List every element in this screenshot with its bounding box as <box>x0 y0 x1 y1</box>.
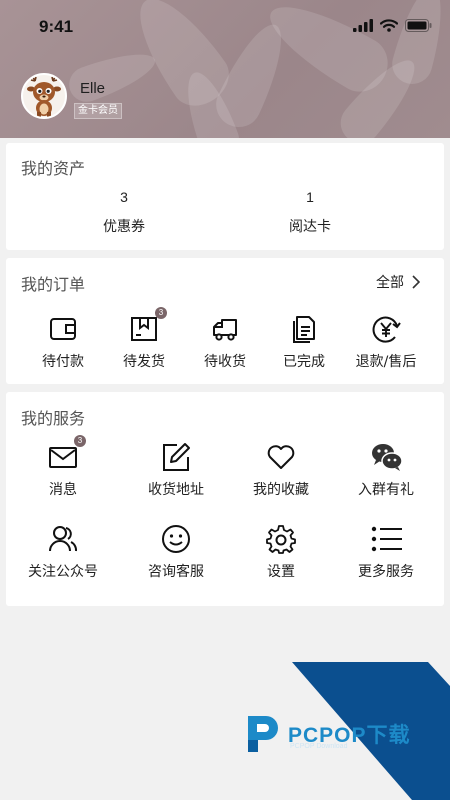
service-address[interactable]: 收货地址 <box>131 442 221 499</box>
order-pending-shipment-label: 待发货 <box>123 354 165 370</box>
mail-icon <box>49 447 77 468</box>
service-favorites[interactable]: 我的收藏 <box>236 442 326 499</box>
pcpop-logo-icon <box>248 716 278 752</box>
wallet-icon <box>50 318 76 340</box>
service-customer-support[interactable]: 咨询客服 <box>131 524 221 581</box>
gear-icon <box>266 525 296 554</box>
status-bar: 9:41 <box>0 0 450 56</box>
chevron-right-icon <box>412 275 420 289</box>
service-messages[interactable]: 3 消息 <box>18 435 108 499</box>
order-completed-label: 已完成 <box>283 354 325 370</box>
orders-card: 我的订单 全部 待付款 3 待发货 待收货 已完成 退款/售后 <box>6 258 444 384</box>
order-refund-label: 退款/售后 <box>355 354 417 370</box>
package-icon <box>131 317 157 341</box>
avatar[interactable] <box>21 73 67 119</box>
signal-icon <box>353 19 373 32</box>
services-card: 我的服务 3 消息 收货地址 我的收藏 入群有礼 关注公众号 咨询客服 设置 更… <box>6 392 444 606</box>
service-favorites-label: 我的收藏 <box>253 482 309 498</box>
service-join-group[interactable]: 入群有礼 <box>341 442 431 499</box>
wifi-icon <box>380 19 398 32</box>
orders-all-label: 全部 <box>376 275 404 291</box>
service-address-label: 收货地址 <box>148 482 204 498</box>
status-time: 9:41 <box>39 17 74 36</box>
document-icon <box>293 316 315 343</box>
assets-title: 我的资产 <box>21 159 86 178</box>
service-follow-account[interactable]: 关注公众号 <box>18 524 108 581</box>
order-pending-payment[interactable]: 待付款 <box>18 314 108 371</box>
edit-icon <box>163 443 190 471</box>
coupon-label: 优惠券 <box>103 219 145 235</box>
reading-card-count: 1 <box>306 189 314 205</box>
order-shipment-badge: 3 <box>155 307 167 319</box>
asset-reading-card[interactable]: 1 阅达卡 <box>260 189 360 236</box>
order-pending-shipment[interactable]: 3 待发货 <box>99 307 189 371</box>
order-completed[interactable]: 已完成 <box>259 314 349 371</box>
heart-icon <box>267 445 295 469</box>
orders-title: 我的订单 <box>21 275 86 294</box>
membership-badge: 金卡会员 <box>74 103 122 119</box>
service-more[interactable]: 更多服务 <box>341 524 431 581</box>
messages-badge: 3 <box>74 435 86 447</box>
service-customer-support-label: 咨询客服 <box>148 564 204 580</box>
profile-header: 9:41 Elle 金卡会员 <box>0 0 450 138</box>
orders-all-link[interactable]: 全部 <box>376 272 420 292</box>
service-settings[interactable]: 设置 <box>236 524 326 581</box>
smile-icon <box>162 525 190 553</box>
service-settings-label: 设置 <box>267 564 295 580</box>
order-pending-receipt[interactable]: 待收货 <box>180 314 270 371</box>
asset-coupon[interactable]: 3 优惠券 <box>74 189 174 236</box>
deer-avatar-icon <box>27 76 61 117</box>
refund-icon <box>372 316 401 343</box>
wechat-icon <box>372 444 403 471</box>
order-pending-receipt-label: 待收货 <box>204 354 246 370</box>
order-pending-payment-label: 待付款 <box>42 354 84 370</box>
battery-icon <box>405 19 432 32</box>
service-follow-account-label: 关注公众号 <box>28 564 98 580</box>
service-join-group-label: 入群有礼 <box>358 482 414 498</box>
assets-card: 我的资产 3 优惠券 1 阅达卡 <box>6 143 444 250</box>
users-icon <box>49 526 78 552</box>
username: Elle <box>80 80 106 97</box>
status-icons <box>353 19 432 32</box>
reading-card-label: 阅达卡 <box>289 219 331 235</box>
service-messages-label: 消息 <box>49 482 77 498</box>
service-more-label: 更多服务 <box>358 564 414 580</box>
services-title: 我的服务 <box>21 409 86 428</box>
coupon-count: 3 <box>120 189 128 205</box>
watermark-sub: PCPOP Download <box>290 743 348 750</box>
list-icon <box>371 526 402 552</box>
truck-icon <box>213 319 237 341</box>
order-refund[interactable]: 退款/售后 <box>341 314 431 371</box>
